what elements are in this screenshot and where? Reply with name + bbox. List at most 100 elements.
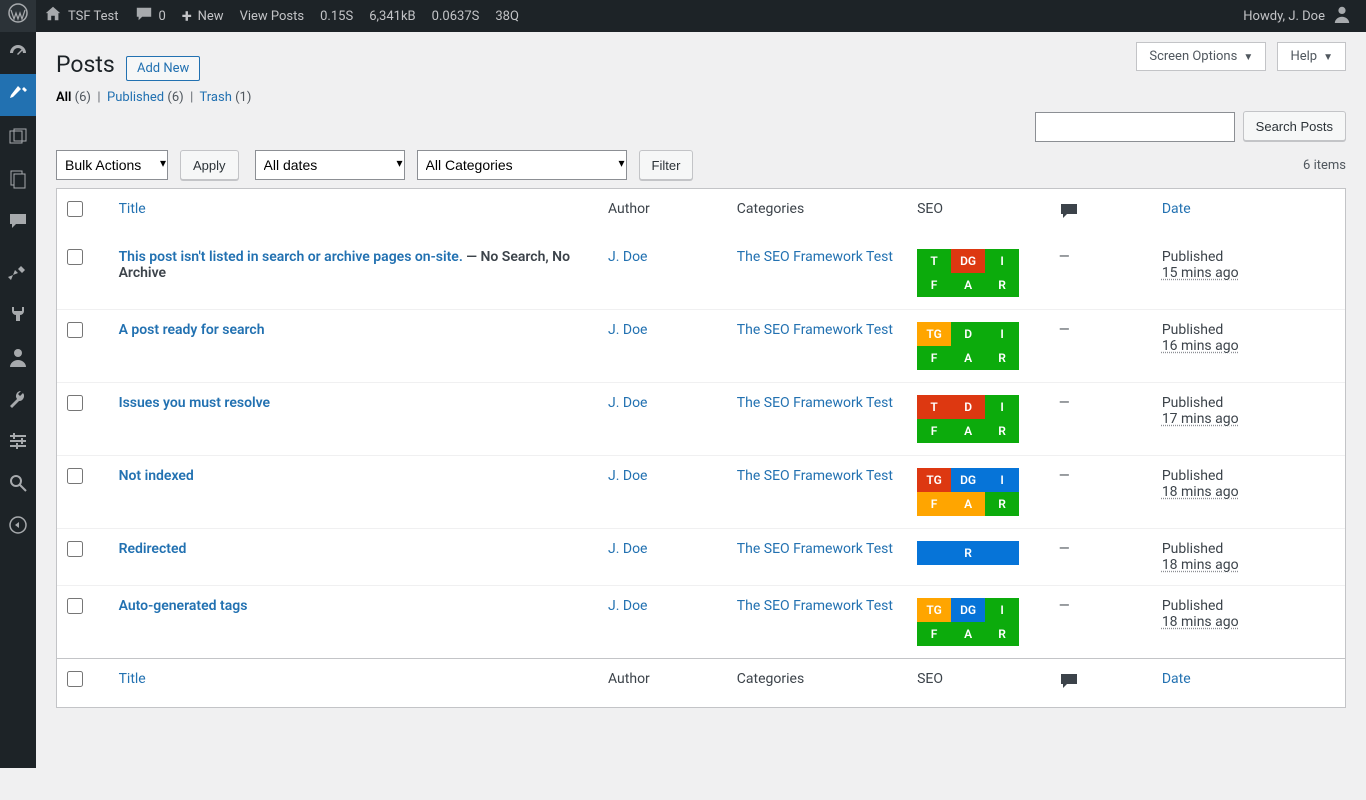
stat-1[interactable]: 0.15S — [312, 0, 361, 32]
author-link[interactable]: J. Doe — [608, 468, 647, 484]
stat-2[interactable]: 6,341kB — [361, 0, 423, 32]
row-checkbox[interactable] — [67, 249, 83, 265]
post-title-link[interactable]: A post ready for search — [119, 322, 265, 338]
table-row: A post ready for search J. Doe The SEO Fra… — [57, 309, 1345, 382]
menu-plugins[interactable] — [0, 294, 36, 336]
menu-settings[interactable] — [0, 420, 36, 462]
col-date[interactable]: Date — [1162, 201, 1191, 217]
row-checkbox[interactable] — [67, 468, 83, 484]
comments-count[interactable]: 0 — [127, 0, 174, 32]
seo-cell[interactable]: A — [951, 419, 985, 443]
seo-cell[interactable]: TG — [917, 598, 951, 622]
seo-cell[interactable]: TG — [917, 468, 951, 492]
category-link[interactable]: The SEO Framework Test — [737, 395, 893, 411]
select-all-checkbox[interactable] — [67, 201, 83, 217]
my-account[interactable]: Howdy, J. Doe — [1235, 0, 1359, 32]
view-published[interactable]: Published — [107, 90, 164, 105]
seo-cell[interactable]: T — [917, 249, 951, 273]
author-link[interactable]: J. Doe — [608, 395, 647, 411]
category-link[interactable]: The SEO Framework Test — [737, 249, 893, 265]
post-title-link[interactable]: Issues you must resolve — [119, 395, 271, 411]
seo-cell[interactable]: I — [985, 598, 1019, 622]
category-link[interactable]: The SEO Framework Test — [737, 322, 893, 338]
new-content[interactable]: + New — [174, 0, 232, 32]
site-name[interactable]: TSF Test — [36, 0, 127, 32]
seo-cell[interactable]: DG — [951, 598, 985, 622]
category-link[interactable]: The SEO Framework Test — [737, 541, 893, 557]
seo-cell[interactable]: A — [951, 492, 985, 516]
menu-appearance[interactable] — [0, 252, 36, 294]
author-link[interactable]: J. Doe — [608, 598, 647, 614]
col-title[interactable]: Title — [119, 201, 146, 217]
search-input[interactable] — [1035, 112, 1235, 142]
seo-cell[interactable]: F — [917, 419, 951, 443]
category-link[interactable]: The SEO Framework Test — [737, 598, 893, 614]
menu-seo[interactable] — [0, 462, 36, 504]
seo-cell[interactable]: D — [951, 322, 985, 346]
seo-cell[interactable]: R — [985, 273, 1019, 297]
seo-cell[interactable]: R — [985, 419, 1019, 443]
wp-logo[interactable] — [0, 0, 36, 32]
menu-media[interactable] — [0, 116, 36, 158]
bulk-actions-select[interactable]: Bulk Actions — [56, 150, 168, 180]
row-checkbox[interactable] — [67, 541, 83, 557]
post-title-link[interactable]: Not indexed — [119, 468, 194, 484]
view-trash[interactable]: Trash — [200, 90, 232, 105]
post-title-link[interactable]: This post isn't listed in search or arch… — [119, 249, 463, 265]
seo-cell[interactable]: R — [985, 622, 1019, 646]
seo-cell[interactable]: TG — [917, 322, 951, 346]
posts-table: Title Author Categories SEO Date This po… — [56, 188, 1346, 708]
view-all[interactable]: All — [56, 90, 71, 105]
seo-cell[interactable]: F — [917, 492, 951, 516]
row-checkbox[interactable] — [67, 322, 83, 338]
seo-cell[interactable]: I — [985, 395, 1019, 419]
row-checkbox[interactable] — [67, 598, 83, 614]
menu-posts[interactable] — [0, 74, 36, 116]
seo-cell[interactable]: A — [951, 346, 985, 370]
author-link[interactable]: J. Doe — [608, 541, 647, 557]
post-title-link[interactable]: Redirected — [119, 541, 187, 557]
stat-4[interactable]: 38Q — [487, 0, 527, 32]
seo-cell[interactable]: F — [917, 622, 951, 646]
seo-cell[interactable]: I — [985, 468, 1019, 492]
add-new-button[interactable]: Add New — [126, 56, 200, 81]
seo-cell[interactable]: DG — [951, 468, 985, 492]
row-checkbox[interactable] — [67, 395, 83, 411]
search-button[interactable]: Search Posts — [1243, 111, 1346, 141]
date-filter-select[interactable]: All dates — [255, 150, 405, 180]
greeting-label: Howdy, J. Doe — [1243, 9, 1325, 24]
seo-cell[interactable]: I — [985, 249, 1019, 273]
menu-dashboard[interactable] — [0, 32, 36, 74]
seo-bar: TDI FAR — [917, 395, 1019, 443]
stat-3[interactable]: 0.0637S — [424, 0, 488, 32]
post-title-link[interactable]: Auto-generated tags — [119, 598, 248, 614]
seo-cell[interactable]: D — [951, 395, 985, 419]
select-all-checkbox-bottom[interactable] — [67, 671, 83, 687]
menu-collapse[interactable] — [0, 504, 36, 546]
seo-cell[interactable]: R — [985, 492, 1019, 516]
seo-cell[interactable]: F — [917, 273, 951, 297]
menu-tools[interactable] — [0, 378, 36, 420]
col-title-f[interactable]: Title — [119, 671, 146, 687]
category-link[interactable]: The SEO Framework Test — [737, 468, 893, 484]
menu-users[interactable] — [0, 336, 36, 378]
seo-cell[interactable]: R — [917, 541, 1019, 565]
col-date-f[interactable]: Date — [1162, 671, 1191, 687]
help-button[interactable]: Help▼ — [1277, 42, 1346, 71]
seo-cell[interactable]: A — [951, 622, 985, 646]
menu-comments[interactable] — [0, 200, 36, 242]
seo-cell[interactable]: R — [985, 346, 1019, 370]
apply-button[interactable]: Apply — [180, 150, 239, 180]
screen-options-button[interactable]: Screen Options▼ — [1136, 42, 1266, 71]
seo-cell[interactable]: DG — [951, 249, 985, 273]
menu-pages[interactable] — [0, 158, 36, 200]
view-posts[interactable]: View Posts — [232, 0, 313, 32]
seo-cell[interactable]: F — [917, 346, 951, 370]
seo-cell[interactable]: I — [985, 322, 1019, 346]
seo-cell[interactable]: T — [917, 395, 951, 419]
filter-button[interactable]: Filter — [639, 150, 694, 180]
seo-cell[interactable]: A — [951, 273, 985, 297]
author-link[interactable]: J. Doe — [608, 322, 647, 338]
category-filter-select[interactable]: All Categories — [417, 150, 627, 180]
author-link[interactable]: J. Doe — [608, 249, 647, 265]
